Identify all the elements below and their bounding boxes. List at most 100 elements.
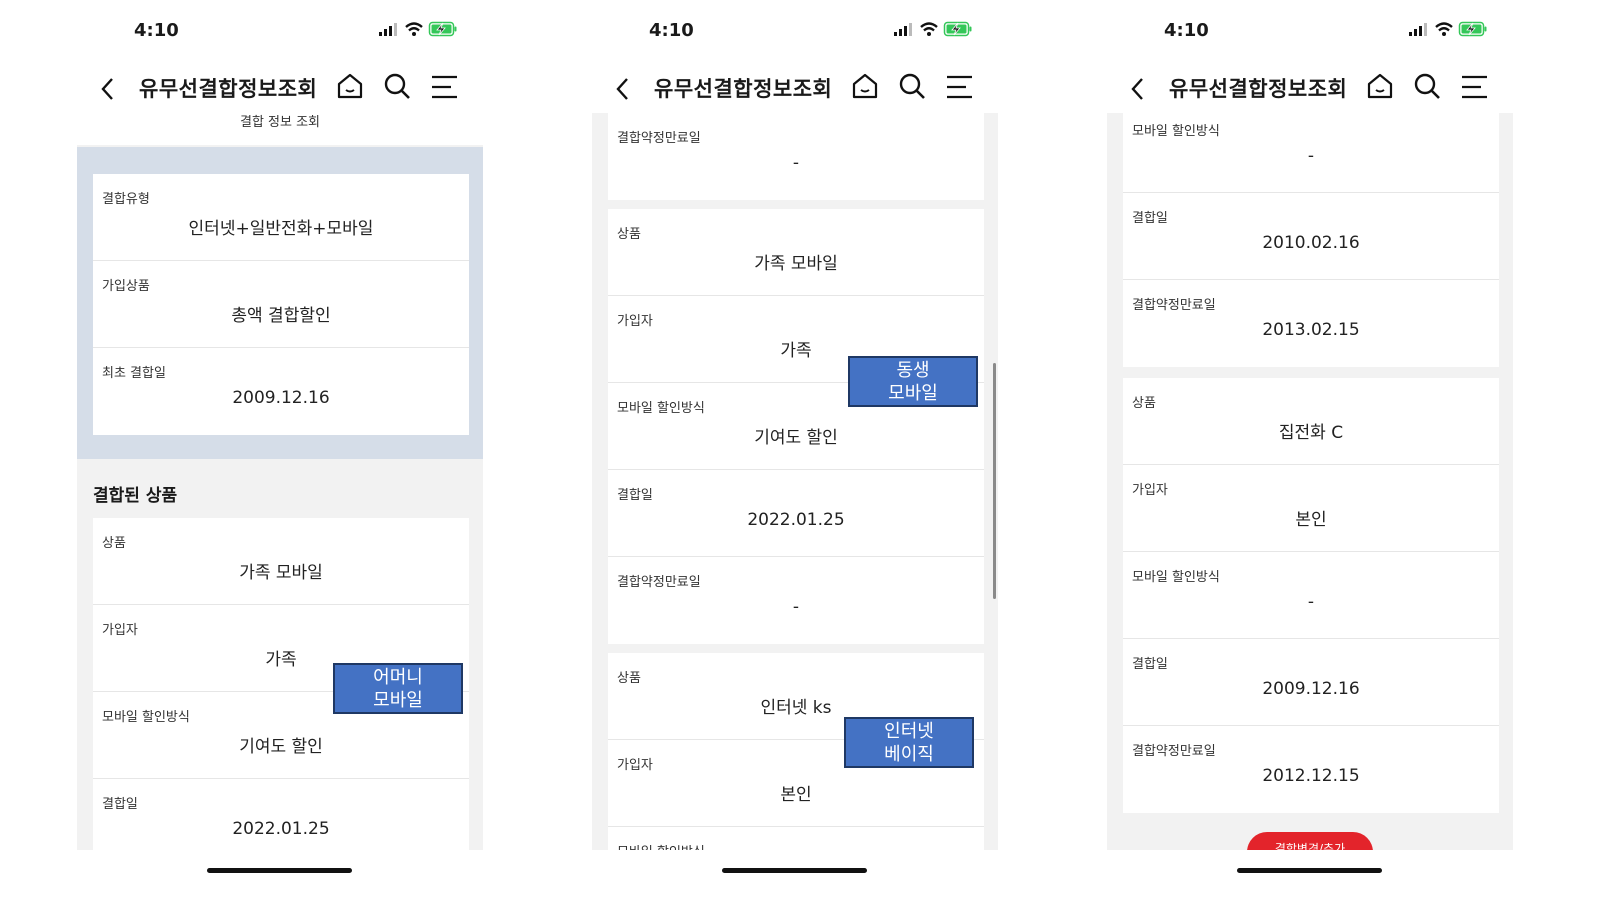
phone-screen-3: 4:10 유무선결합정보조회 모바일 할인방식 - 결합일 2010.02.16… (1059, 0, 1559, 900)
annotation-line: 모바일 (888, 383, 938, 404)
row-value: 본인 (780, 785, 812, 805)
row-value: 인터넷+일반전화+모바일 (188, 219, 374, 239)
annotation-label: 동생 모바일 (848, 356, 978, 407)
info-row: 모바일 할인방식 - (1123, 552, 1499, 639)
phone-screen-1: 4:10 유무선결합정보조회 결합 정보 조회 결합유형 인터넷+일반전화+모바… (29, 0, 529, 900)
row-label: 결합일 (617, 488, 653, 503)
menu-icon[interactable] (945, 74, 975, 100)
info-row: 결합약정만료일 - (608, 113, 984, 200)
row-label: 결합일 (102, 797, 138, 812)
row-label: 가입자 (1132, 483, 1168, 498)
annotation-line: 모바일 (373, 690, 423, 711)
info-row: 상품 가족 모바일 (608, 209, 984, 296)
annotation-line: 동생 (896, 360, 930, 381)
row-value: 2012.12.15 (1262, 766, 1360, 786)
page-title: 유무선결합정보조회 (1169, 77, 1348, 101)
row-label: 결합일 (1132, 211, 1168, 226)
search-icon[interactable] (897, 71, 927, 101)
annotation-line: 베이직 (884, 744, 934, 765)
home-icon[interactable] (1365, 71, 1395, 101)
row-label: 결합약정만료일 (1132, 298, 1216, 313)
back-arrow-icon[interactable] (1125, 74, 1151, 104)
info-row: 모바일 할인방식 - (1123, 113, 1499, 193)
row-value: 집전화 C (1278, 423, 1344, 443)
wifi-icon (920, 22, 938, 36)
status-icons (894, 21, 974, 45)
sub-title: 결합 정보 조회 (77, 113, 483, 145)
row-value: 기여도 할인 (239, 737, 323, 757)
row-label: 가입상품 (102, 279, 150, 294)
row-label: 모바일 할인방식 (1132, 124, 1220, 139)
row-value: 2022.01.25 (747, 510, 845, 530)
row-label: 상품 (102, 536, 126, 551)
wifi-icon (1435, 22, 1453, 36)
row-label: 모바일 할인방식 (617, 841, 705, 850)
home-icon[interactable] (850, 71, 880, 101)
section-title: 결합된 상품 (93, 486, 178, 506)
info-row: 결합일 2009.12.16 (1123, 639, 1499, 726)
battery-charging-icon (943, 21, 972, 37)
info-row: 결합약정만료일 - (608, 557, 984, 644)
menu-icon[interactable] (430, 74, 460, 100)
row-value: 본인 (1295, 510, 1327, 530)
menu-icon[interactable] (1460, 74, 1490, 100)
wifi-icon (405, 22, 423, 36)
row-label: 가입자 (102, 623, 138, 638)
status-icons (379, 21, 459, 45)
row-label: 결합약정만료일 (1132, 744, 1216, 759)
info-row: 상품 가족 모바일 (93, 518, 469, 605)
row-value: 2013.02.15 (1262, 320, 1360, 340)
search-icon[interactable] (382, 71, 412, 101)
back-arrow-icon[interactable] (95, 74, 121, 104)
info-row: 결합일 2022.01.25 (93, 779, 469, 850)
battery-charging-icon (428, 21, 457, 37)
row-value: 가족 모바일 (239, 563, 323, 583)
info-row: 결합약정만료일 2013.02.15 (1123, 280, 1499, 367)
row-value: - (1307, 592, 1315, 612)
status-time: 4:10 (134, 20, 179, 41)
content-area: 결합약정만료일 - 상품 가족 모바일 가입자 가족 모바일 할인방식 기여도 … (592, 113, 998, 850)
row-value: - (792, 153, 800, 173)
row-label: 상품 (617, 227, 641, 242)
row-value: 총액 결합할인 (231, 306, 331, 326)
info-row: 결합유형 인터넷+일반전화+모바일 (93, 174, 469, 261)
row-value: 2009.12.16 (232, 388, 330, 408)
battery-charging-icon (1458, 21, 1487, 37)
annotation-line: 인터넷 (884, 721, 934, 742)
scrollbar[interactable] (993, 363, 996, 599)
row-label: 최초 결합일 (102, 366, 166, 381)
row-value: - (792, 597, 800, 617)
status-time: 4:10 (1164, 20, 1209, 41)
row-label: 결합약정만료일 (617, 131, 701, 146)
row-label: 모바일 할인방식 (102, 710, 190, 725)
home-indicator (207, 868, 352, 873)
row-value: 2022.01.25 (232, 819, 330, 839)
nav-bar: 유무선결합정보조회 (29, 66, 529, 110)
row-label: 가입자 (617, 758, 653, 773)
status-time: 4:10 (649, 20, 694, 41)
home-icon[interactable] (335, 71, 365, 101)
status-bar: 4:10 (29, 18, 529, 46)
row-value: 기여도 할인 (754, 428, 838, 448)
annotation-line: 어머니 (373, 667, 423, 688)
phone-screen-2: 4:10 유무선결합정보조회 결합약정만료일 - 상품 가족 모바일 가입자 가… (544, 0, 1044, 900)
row-label: 상품 (617, 671, 641, 686)
row-label: 가입자 (617, 314, 653, 329)
home-indicator (722, 868, 867, 873)
row-label: 결합일 (1132, 657, 1168, 672)
change-add-combination-button[interactable]: 결합변경/추가 (1247, 832, 1373, 850)
search-icon[interactable] (1412, 71, 1442, 101)
product-card: 결합약정만료일 - (608, 113, 984, 200)
annotation-label: 어머니 모바일 (333, 663, 463, 714)
signal-icon (894, 23, 912, 36)
page-title: 유무선결합정보조회 (139, 77, 318, 101)
nav-bar: 유무선결합정보조회 (544, 66, 1044, 110)
row-label: 결합약정만료일 (617, 575, 701, 590)
annotation-label: 인터넷 베이직 (844, 717, 974, 768)
content-area: 모바일 할인방식 - 결합일 2010.02.16 결합약정만료일 2013.0… (1107, 113, 1513, 850)
signal-icon (1409, 23, 1427, 36)
row-label: 상품 (1132, 396, 1156, 411)
row-label: 결합유형 (102, 192, 150, 207)
back-arrow-icon[interactable] (610, 74, 636, 104)
info-row: 모바일 할인방식 (608, 827, 984, 850)
